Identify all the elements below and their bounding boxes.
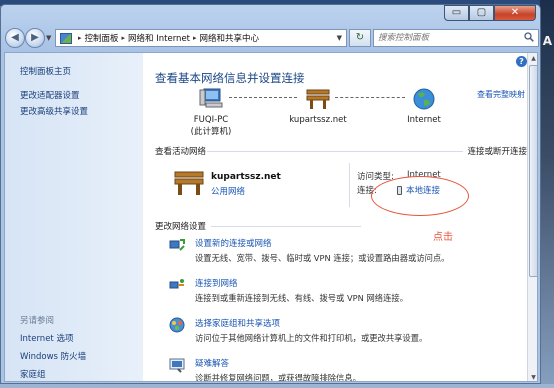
breadcrumb-chevron-icon[interactable]: ▸ [122,34,126,42]
task-connect-network-link[interactable]: 连接到网络 [195,277,238,289]
task-connect-network-desc: 连接到或重新连接到无线、有线、拨号或 VPN 网络连接。 [195,293,408,303]
desktop-fragment: A [542,34,552,48]
sidebar-link-home[interactable]: 控制面板主页 [20,65,71,77]
desktop-right-edge: A [540,0,554,388]
annotation-ellipse [371,176,469,216]
close-button[interactable]: ✕ [494,5,536,21]
map-node-computer-sublabel: (此计算机) [190,127,232,137]
task-homegroup-link[interactable]: 选择家庭组和共享选项 [195,317,280,329]
connect-network-icon [169,279,184,289]
see-also-title: 另请参阅 [20,316,55,326]
section-divider [211,226,361,227]
control-panel-icon [60,32,72,44]
map-node-computer-label: FUQI-PC [193,115,229,125]
section-divider [207,151,463,152]
back-button[interactable]: ◀ [5,28,25,48]
page-title: 查看基本网络信息并设置连接 [155,71,305,85]
breadcrumb: ▸ 控制面板 ▸ 网络和 Internet ▸ 网络和共享中心 [75,32,259,44]
scroll-up-icon[interactable]: ▲ [528,53,537,64]
task-new-connection-link[interactable]: 设置新的连接或网络 [195,237,272,249]
sidebar: 控制面板主页 更改适配器设置 更改高级共享设置 另请参阅 Internet 选项… [5,53,143,381]
minimize-button[interactable]: ▭ [444,5,469,21]
address-dropdown-icon[interactable]: ▼ [337,34,342,42]
search-input[interactable] [374,30,514,46]
content-area: 控制面板主页 更改适配器设置 更改高级共享设置 另请参阅 Internet 选项… [4,52,538,382]
recent-pages-dropdown[interactable]: ▼ [46,34,51,42]
change-settings-label: 更改网络设置 [155,222,207,232]
breadcrumb-network-internet[interactable]: 网络和 Internet [128,32,190,44]
active-network-divider [349,163,350,207]
maximize-button[interactable]: ▢ [469,5,494,21]
breadcrumb-control-panel[interactable]: 控制面板 [85,32,119,44]
see-also-windows-firewall[interactable]: Windows 防火墙 [20,350,86,362]
see-also-internet-options[interactable]: Internet 选项 [20,332,73,344]
task-troubleshoot-link[interactable]: 疑难解答 [195,357,229,369]
homegroup-icon [169,317,185,333]
breadcrumb-chevron-icon[interactable]: ▸ [193,34,197,42]
bench-icon [174,171,204,195]
scroll-down-icon[interactable]: ▼ [528,372,537,381]
task-homegroup-desc: 访问位于其他网络计算机上的文件和打印机，或更改共享设置。 [195,333,428,343]
task-new-connection-desc: 设置无线、宽带、拨号、临时或 VPN 连接；或设置路由器或访问点。 [195,253,450,263]
connect-disconnect-link[interactable]: 连接或断开连接 [467,145,527,157]
globe-icon [413,88,435,110]
active-networks-label: 查看活动网络 [155,147,207,157]
map-node-network[interactable]: kupartssz.net [283,87,353,125]
new-connection-icon [169,239,185,251]
network-sharing-center-window: ▭ ▢ ✕ ◀ ▶ ▼ ▸ 控制面板 ▸ 网络和 Internet ▸ 网络和共… [0,4,541,384]
forward-button[interactable]: ▶ [25,28,45,48]
map-node-internet-label: Internet [407,115,441,125]
map-node-network-label: kupartssz.net [289,115,347,125]
breadcrumb-chevron-icon[interactable]: ▸ [78,34,82,42]
desktop-bottom-edge [0,384,554,388]
see-also-homegroup[interactable]: 家庭组 [20,368,46,380]
computer-icon [199,88,223,108]
active-network-name: kupartssz.net [211,172,281,182]
task-troubleshoot-desc: 诊断并修复网络问题，或获得故障排除信息。 [195,373,361,382]
help-icon[interactable]: ? [516,56,527,67]
search-box [373,29,539,47]
map-node-internet[interactable]: Internet [389,87,459,125]
main-panel: ? 查看基本网络信息并设置连接 查看完整映射 FUQI-PC (此计算机) ku… [143,53,537,382]
annotation-text: 点击 [433,232,453,243]
troubleshoot-icon [169,358,185,373]
sidebar-link-advanced-sharing[interactable]: 更改高级共享设置 [20,105,88,117]
network-type-link[interactable]: 公用网络 [211,185,245,197]
map-node-computer[interactable]: FUQI-PC (此计算机) [179,87,243,137]
bench-icon [306,89,330,109]
scrollbar-thumb[interactable] [529,65,537,277]
view-full-map-link[interactable]: 查看完整映射 [477,89,525,100]
vertical-scrollbar[interactable]: ▲ ▼ [527,53,537,381]
caption-buttons: ▭ ▢ ✕ [444,5,536,21]
navigation-bar: ◀ ▶ ▼ ▸ 控制面板 ▸ 网络和 Internet ▸ 网络和共享中心 ▼ … [3,27,539,49]
sidebar-link-adapter-settings[interactable]: 更改适配器设置 [20,89,80,101]
breadcrumb-network-sharing-center[interactable]: 网络和共享中心 [200,32,260,44]
address-bar[interactable]: ▸ 控制面板 ▸ 网络和 Internet ▸ 网络和共享中心 ▼ [55,29,347,47]
search-icon[interactable] [524,32,534,42]
refresh-button[interactable]: ↻ [349,29,371,47]
